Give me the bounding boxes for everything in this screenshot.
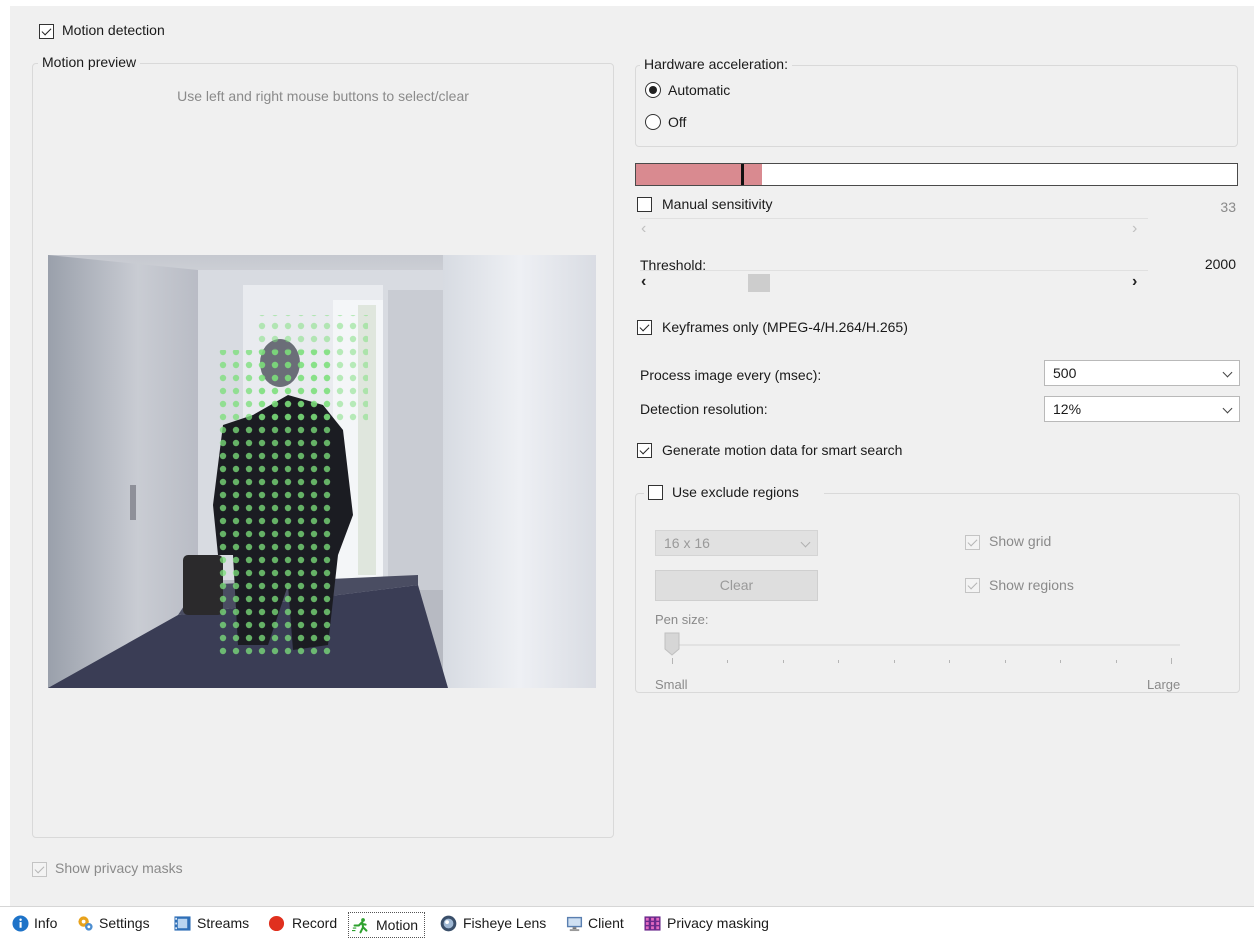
manual-sensitivity-label: Manual sensitivity [662, 196, 773, 212]
threshold-slider-thumb[interactable] [748, 274, 770, 292]
pen-size-tick [672, 658, 673, 664]
info-icon [12, 915, 29, 932]
tab-streams[interactable]: Streams [174, 911, 249, 935]
chevron-down-icon [800, 537, 811, 548]
hardware-off-label: Off [668, 114, 687, 130]
motion-preview-hint: Use left and right mouse buttons to sele… [177, 88, 469, 104]
tab-fisheye-lens-label: Fisheye Lens [463, 915, 547, 931]
client-icon [566, 916, 583, 932]
sensitivity-left-arrow[interactable]: ‹ [641, 221, 646, 237]
pen-size-tick [1005, 660, 1006, 663]
motion-level-marker [741, 164, 744, 185]
keyframes-only-checkbox[interactable] [637, 320, 652, 335]
smart-search-checkbox[interactable] [637, 443, 652, 458]
pen-size-small-label: Small [655, 677, 688, 692]
tab-motion[interactable]: Motion [348, 912, 426, 938]
sensitivity-value: 33 [1220, 199, 1236, 215]
show-privacy-masks-label: Show privacy masks [55, 860, 183, 876]
keyframes-only-label: Keyframes only (MPEG-4/H.264/H.265) [662, 319, 908, 335]
use-exclude-regions-checkbox[interactable] [648, 485, 663, 500]
tab-record-label: Record [292, 915, 338, 931]
chevron-down-icon [1222, 367, 1233, 378]
sensitivity-right-arrow[interactable]: › [1132, 221, 1137, 237]
pen-size-tick [949, 660, 950, 663]
pen-size-slider-thumb[interactable] [664, 632, 680, 656]
pen-size-track [665, 644, 1180, 646]
record-icon [268, 915, 285, 932]
tab-privacy-masking[interactable]: Privacy masking [644, 911, 769, 935]
show-grid-label: Show grid [989, 533, 1052, 549]
pen-size-tick [1171, 658, 1172, 664]
grid-size-dropdown[interactable]: 16 x 16 [655, 530, 818, 556]
clear-button[interactable]: Clear [655, 570, 818, 601]
grid-size-value: 16 x 16 [664, 535, 710, 551]
pen-size-tick [1060, 660, 1061, 663]
pen-size-tick [1116, 660, 1117, 663]
motion-detection-label: Motion detection [62, 22, 165, 38]
tab-settings[interactable]: Settings [77, 911, 150, 935]
threshold-value: 2000 [1204, 256, 1236, 272]
pen-size-tick [783, 660, 784, 663]
sensitivity-slider-track [640, 218, 1148, 219]
motion-preview-title: Motion preview [38, 54, 141, 70]
hardware-automatic-radio[interactable] [645, 82, 661, 98]
tab-bar: Info Settings Streams Record Motion Fish… [0, 906, 1254, 940]
show-privacy-masks-checkbox[interactable] [32, 862, 47, 877]
show-grid-checkbox[interactable] [965, 535, 980, 550]
hardware-acceleration-group [635, 65, 1238, 147]
process-image-label: Process image every (msec): [640, 367, 822, 383]
privacy-masking-icon [644, 916, 661, 931]
pen-size-tick [727, 660, 728, 663]
camera-preview-image[interactable] [48, 255, 596, 688]
pen-size-tick [838, 660, 839, 663]
manual-sensitivity-checkbox[interactable] [637, 197, 652, 212]
hardware-off-radio[interactable] [645, 114, 661, 130]
motion-level-bar [635, 163, 1238, 186]
threshold-right-arrow[interactable]: › [1132, 274, 1137, 290]
tab-fisheye-lens[interactable]: Fisheye Lens [440, 911, 546, 935]
pen-size-label: Pen size: [655, 612, 709, 627]
detection-resolution-value: 12% [1053, 401, 1082, 417]
motion-detection-checkbox[interactable] [39, 24, 54, 39]
motion-icon [352, 918, 368, 934]
tab-settings-label: Settings [99, 915, 150, 931]
threshold-slider-track [640, 270, 1148, 271]
smart-search-label: Generate motion data for smart search [662, 442, 903, 458]
use-exclude-regions-label: Use exclude regions [672, 484, 799, 500]
tab-record[interactable]: Record [268, 911, 337, 935]
tab-client[interactable]: Client [566, 911, 624, 935]
chevron-down-icon [1222, 403, 1233, 414]
process-image-dropdown[interactable]: 500 [1044, 360, 1240, 386]
tab-streams-label: Streams [197, 915, 250, 931]
fisheye-icon [440, 915, 457, 932]
pen-size-tick [894, 660, 895, 663]
detection-resolution-dropdown[interactable]: 12% [1044, 396, 1240, 422]
settings-icon [78, 916, 93, 931]
streams-icon [174, 916, 191, 931]
show-regions-checkbox[interactable] [965, 578, 980, 593]
hardware-automatic-label: Automatic [668, 82, 731, 98]
show-regions-label: Show regions [989, 577, 1074, 593]
pen-size-large-label: Large [1147, 677, 1181, 692]
tab-motion-label: Motion [376, 917, 419, 933]
tab-privacy-masking-label: Privacy masking [667, 915, 769, 931]
tab-info-label: Info [34, 915, 58, 931]
tab-info[interactable]: Info [12, 911, 57, 935]
process-image-value: 500 [1053, 365, 1077, 381]
tab-client-label: Client [588, 915, 624, 931]
detection-resolution-label: Detection resolution: [640, 401, 768, 417]
hardware-acceleration-title: Hardware acceleration: [640, 56, 792, 72]
threshold-left-arrow[interactable]: ‹ [641, 274, 646, 290]
